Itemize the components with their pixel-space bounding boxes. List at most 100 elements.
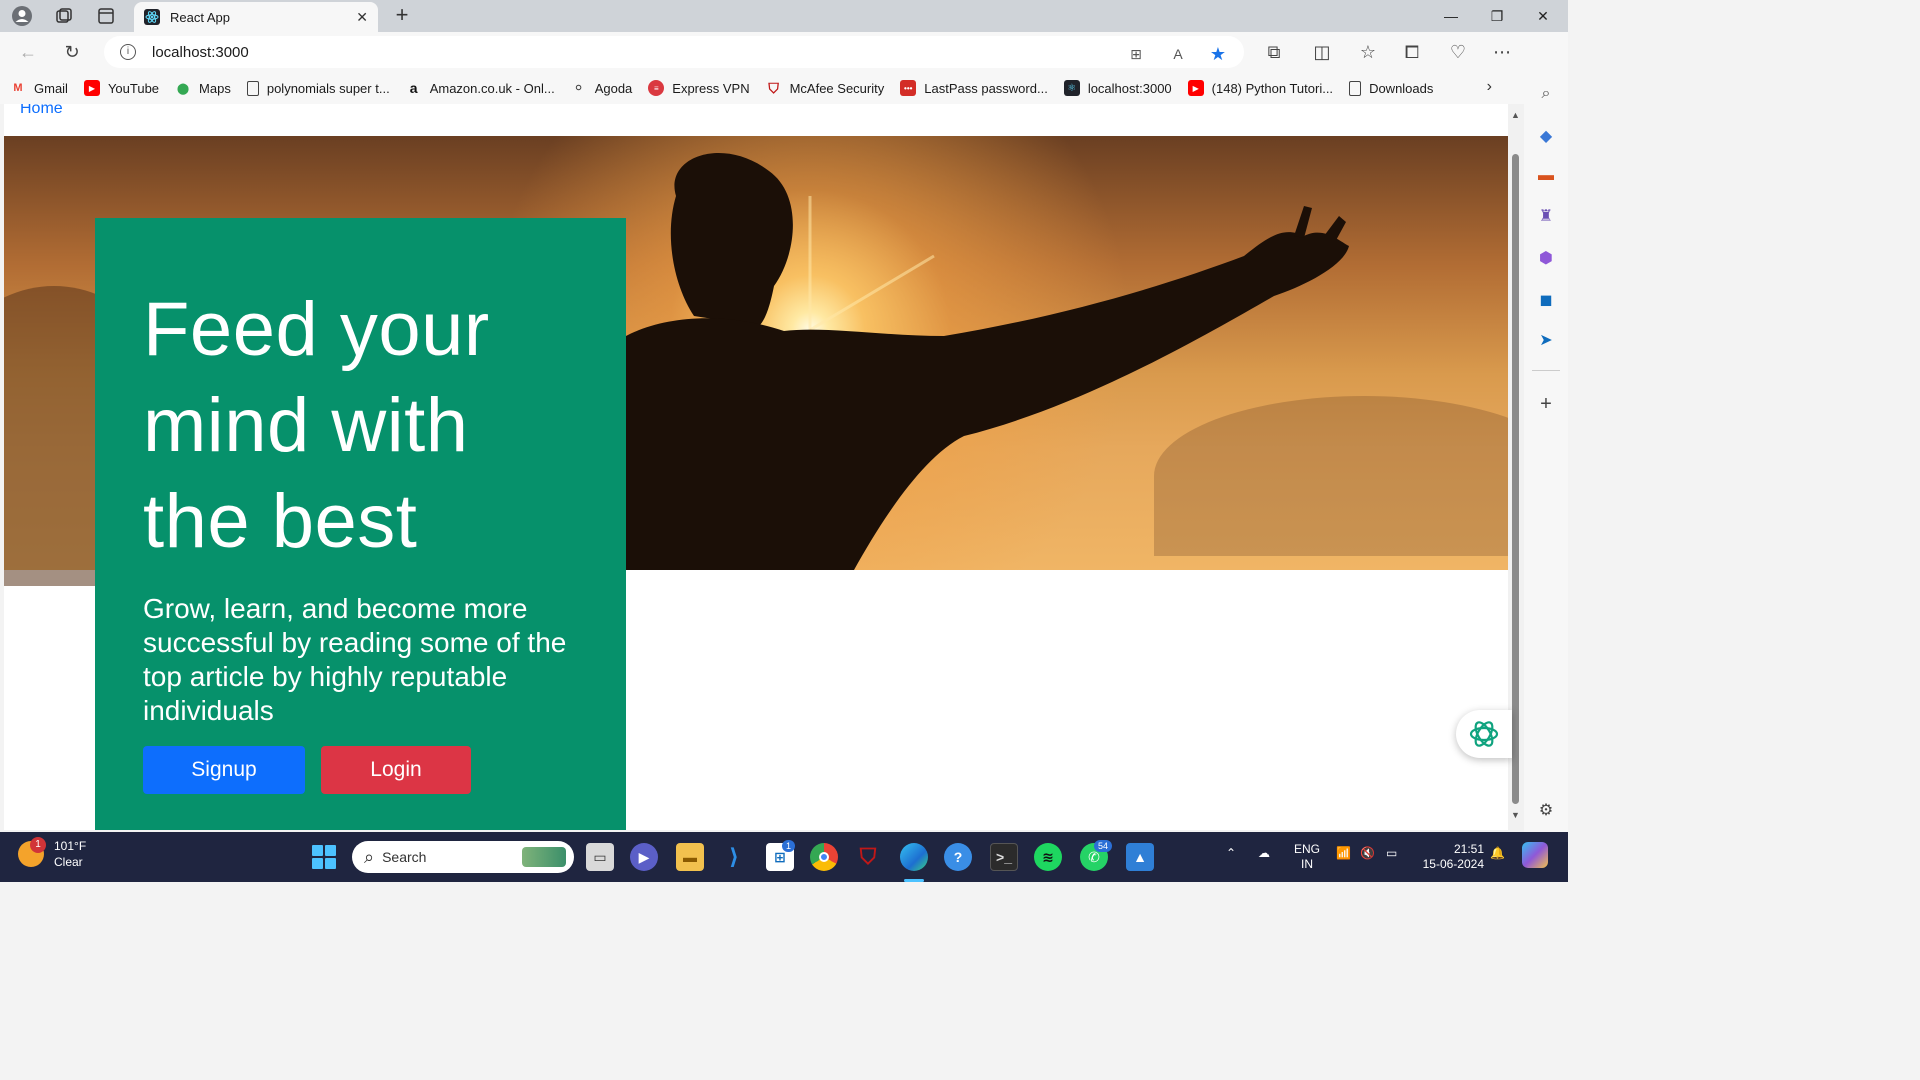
scroll-down-icon[interactable]: ▼ xyxy=(1511,810,1520,820)
restore-button[interactable]: ❐ xyxy=(1474,0,1520,32)
sidebar-divider xyxy=(1532,370,1560,371)
spotify-icon[interactable]: ≋ xyxy=(1034,843,1062,871)
url-text[interactable]: localhost:3000 xyxy=(152,44,249,61)
bookmark-lastpass[interactable]: ••• LastPass password... xyxy=(900,80,1048,96)
bookmark-gmail[interactable]: M Gmail xyxy=(10,80,68,96)
whatsapp-badge: 54 xyxy=(1094,840,1113,852)
react-icon xyxy=(144,9,160,25)
hero-card: Feed your mind with the best Grow, learn… xyxy=(95,218,626,830)
bookmark-amazon[interactable]: a Amazon.co.uk - Onl... xyxy=(406,80,555,96)
more-menu-icon[interactable]: ⋯ xyxy=(1490,40,1514,64)
tab-title: React App xyxy=(170,9,230,25)
volume-muted-icon[interactable]: 🔇 xyxy=(1360,846,1375,861)
help-icon[interactable]: ? xyxy=(944,843,972,871)
minimize-button[interactable]: — xyxy=(1428,0,1474,32)
navigation-bar: ← ↻ i localhost:3000 ⊞ A ★ ⧉ ◫ ☆ ⧠ ♡ ⋯ ◆ xyxy=(0,32,1568,72)
vscode-icon[interactable]: ⟩ xyxy=(720,843,748,871)
scroll-up-icon[interactable]: ▲ xyxy=(1511,110,1520,120)
weather-sun-icon: 1 xyxy=(18,837,46,867)
file-explorer-icon[interactable]: ▬ xyxy=(676,843,704,871)
bookmark-maps[interactable]: ⬤ Maps xyxy=(175,80,231,96)
mcafee-icon[interactable]: ⛉ xyxy=(854,843,882,871)
collections-icon[interactable]: ⧠ xyxy=(1400,40,1424,64)
windows-start-icon[interactable] xyxy=(312,845,336,869)
youtube-icon: ▶ xyxy=(1187,80,1204,96)
app-available-icon[interactable]: ⊞ xyxy=(1126,44,1146,64)
page-icon xyxy=(246,80,259,96)
close-window-button[interactable]: ✕ xyxy=(1520,0,1566,32)
chrome-icon[interactable] xyxy=(810,843,838,871)
address-bar[interactable]: i localhost:3000 ⊞ A ★ xyxy=(104,36,1244,68)
taskbar-search[interactable]: ⌕ Search xyxy=(352,841,574,873)
site-info-icon[interactable]: i xyxy=(120,44,136,60)
drop-icon[interactable]: ➤ xyxy=(1534,328,1558,352)
tab-strip: React App ✕ + — ❐ ✕ xyxy=(0,0,1568,32)
split-screen-icon[interactable]: ◫ xyxy=(1310,40,1334,64)
edge-sidebar: ⌕ ◆ ▬ ♜ ⬢ ◼ ➤ + ⚙ xyxy=(1524,32,1568,832)
active-app-indicator xyxy=(904,879,924,882)
edge-icon[interactable] xyxy=(900,843,928,871)
tools-icon[interactable]: ▬ xyxy=(1534,164,1558,188)
copilot-taskbar-icon[interactable] xyxy=(1522,842,1548,868)
language-indicator[interactable]: ENG IN xyxy=(1294,842,1320,872)
chevron-right-icon[interactable]: › xyxy=(1487,78,1492,96)
chevron-up-icon[interactable]: ⌃ xyxy=(1226,846,1236,861)
extensions-icon[interactable]: ⧉ xyxy=(1262,40,1286,64)
settings-gear-icon[interactable]: ⚙ xyxy=(1534,798,1558,822)
gmail-icon: M xyxy=(13,82,23,94)
bookmark-python-tutorial[interactable]: ▶ (148) Python Tutori... xyxy=(1187,80,1333,96)
hero-title: Feed your mind with the best xyxy=(143,287,490,564)
bookmark-downloads[interactable]: Downloads xyxy=(1349,80,1433,96)
bookmark-polynomials[interactable]: polynomials super t... xyxy=(246,80,390,96)
maps-icon: ⬤ xyxy=(176,82,190,95)
workspaces-icon[interactable] xyxy=(48,0,80,32)
weather-widget[interactable]: 1 101°F Clear xyxy=(18,837,86,870)
profile-icon[interactable] xyxy=(6,0,38,32)
shopping-tag-icon[interactable]: ◆ xyxy=(1534,124,1558,148)
expressvpn-icon: ≡ xyxy=(648,80,665,96)
refresh-icon[interactable]: ↻ xyxy=(60,40,84,64)
active-tab[interactable]: React App ✕ xyxy=(134,2,378,32)
terminal-icon[interactable]: >_ xyxy=(990,843,1018,871)
react-icon: ⚛ xyxy=(1063,80,1080,96)
openai-icon xyxy=(1469,721,1499,747)
bookmark-agoda[interactable]: ဝ Agoda xyxy=(571,80,633,96)
teams-icon[interactable]: ▶ xyxy=(630,843,658,871)
read-aloud-icon[interactable]: A xyxy=(1168,44,1188,64)
search-icon[interactable]: ⌕ xyxy=(1534,82,1558,106)
task-view-icon[interactable]: ▭ xyxy=(586,843,614,871)
weather-desc: Clear xyxy=(54,855,83,869)
favorite-star-icon[interactable]: ★ xyxy=(1208,44,1228,64)
search-highlight-icon xyxy=(522,847,566,867)
assistant-fab[interactable] xyxy=(1456,710,1512,758)
clock[interactable]: 21:51 15-06-2024 xyxy=(1418,842,1484,872)
hero-button-group: Signup Login xyxy=(143,746,578,794)
vertical-tabs-icon[interactable] xyxy=(90,0,122,32)
bookmark-youtube[interactable]: ▶ YouTube xyxy=(83,80,159,96)
notification-bell-icon[interactable]: 🔔 xyxy=(1490,846,1505,861)
bookmark-localhost[interactable]: ⚛ localhost:3000 xyxy=(1063,80,1172,96)
photos-icon[interactable]: ▲ xyxy=(1126,843,1154,871)
page-viewport: Home Feed your mind with the best Grow, … xyxy=(4,104,1512,830)
favorites-icon[interactable]: ☆ xyxy=(1356,40,1380,64)
agoda-icon: ဝ xyxy=(575,81,582,93)
outlook-icon[interactable]: ◼ xyxy=(1534,288,1558,312)
back-icon[interactable]: ← xyxy=(16,40,40,64)
bookmark-mcafee[interactable]: ⛉ McAfee Security xyxy=(766,80,884,96)
browser-essentials-icon[interactable]: ♡ xyxy=(1446,40,1470,64)
new-tab-button[interactable]: + xyxy=(390,4,414,28)
scrollbar-thumb[interactable] xyxy=(1512,154,1519,804)
onedrive-icon[interactable]: ☁ xyxy=(1258,846,1270,861)
games-icon[interactable]: ♜ xyxy=(1534,204,1558,228)
battery-icon[interactable]: ▭ xyxy=(1386,846,1397,861)
add-sidebar-app-icon[interactable]: + xyxy=(1534,392,1558,416)
close-tab-icon[interactable]: ✕ xyxy=(356,9,368,26)
bookmark-expressvpn[interactable]: ≡ Express VPN xyxy=(648,80,750,96)
microsoft365-icon[interactable]: ⬢ xyxy=(1534,246,1558,270)
login-button[interactable]: Login xyxy=(321,746,471,794)
nav-home-link[interactable]: Home xyxy=(20,104,63,118)
signup-button[interactable]: Signup xyxy=(143,746,305,794)
hero-subtitle: Grow, learn, and become more successful … xyxy=(143,593,567,726)
taskbar-search-placeholder: Search xyxy=(382,849,427,865)
wifi-icon[interactable]: 📶 xyxy=(1336,846,1351,861)
